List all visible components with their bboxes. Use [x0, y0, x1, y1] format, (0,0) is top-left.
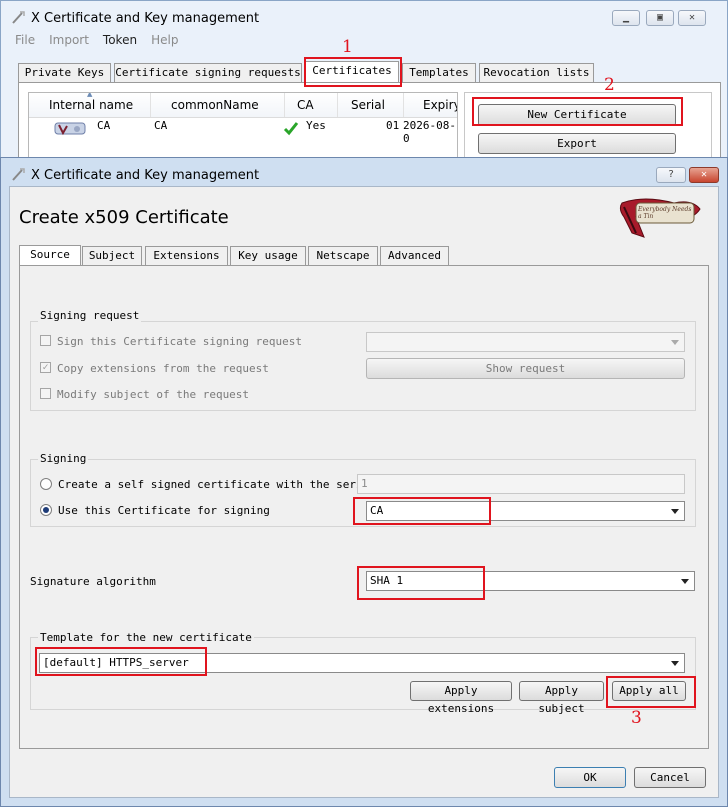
cell-common-name: CA [154, 119, 168, 132]
tab-source[interactable]: Source [19, 245, 81, 266]
highlight-box-ca [353, 497, 491, 525]
signing-request-label: Signing request [38, 309, 142, 322]
signing-label: Signing [38, 452, 89, 465]
xca-logo: Everybody Needs a Tin [614, 197, 704, 241]
maximize-button[interactable]: ▣ [646, 10, 674, 26]
tab-private-keys[interactable]: Private Keys [18, 63, 111, 83]
tab-key-usage[interactable]: Key usage [230, 246, 306, 266]
close-icon: ✕ [688, 12, 696, 23]
tab-revocation-lists[interactable]: Revocation lists [479, 63, 594, 83]
menu-token[interactable]: Token [103, 33, 137, 47]
certificate-table[interactable]: Internal name ▲ commonName CA Serial Exp… [28, 92, 458, 160]
annotation-1: 1 [342, 37, 353, 57]
menu-bar: File Import Token Help [15, 33, 192, 47]
main-window-title: X Certificate and Key management [31, 11, 260, 26]
menu-help[interactable]: Help [151, 33, 178, 47]
sign-csr-checkbox[interactable] [40, 335, 51, 346]
tab-advanced[interactable]: Advanced [380, 246, 449, 266]
help-button[interactable]: ? [656, 167, 686, 183]
apply-extensions-button[interactable]: Apply extensions [410, 681, 512, 715]
dialog-close-button[interactable]: ✕ [689, 167, 719, 183]
cell-ca: Yes [306, 119, 326, 132]
table-row[interactable]: CA CA Yes 01 2026-08-0 [29, 117, 457, 145]
cancel-button[interactable]: Cancel [634, 767, 706, 788]
chevron-down-icon [671, 509, 679, 514]
cell-internal-name: CA [97, 119, 111, 132]
table-header: Internal name ▲ commonName CA Serial Exp… [29, 92, 457, 118]
cell-serial: 01 [386, 119, 400, 132]
maximize-icon: ▣ [656, 12, 664, 23]
highlight-box-2 [472, 97, 683, 126]
chevron-down-icon [671, 661, 679, 666]
close-icon: ✕ [700, 169, 708, 180]
chevron-down-icon [681, 579, 689, 584]
apply-subject-button[interactable]: Apply subject [519, 681, 604, 715]
sign-csr-label: Sign this Certificate signing request [57, 335, 303, 348]
sort-up-icon: ▲ [87, 92, 93, 98]
signature-algorithm-label: Signature algorithm [30, 575, 156, 588]
highlight-box-sha [357, 566, 485, 600]
chevron-down-icon [671, 340, 679, 345]
main-window: X Certificate and Key management ▁ ▣ ✕ F… [0, 0, 728, 171]
copy-extensions-label: Copy extensions from the request [57, 362, 269, 375]
dialog-app-icon [10, 167, 26, 183]
menu-import[interactable]: Import [49, 33, 89, 47]
annotation-3: 3 [631, 708, 642, 728]
use-certificate-radio[interactable] [40, 504, 52, 516]
use-certificate-label: Use this Certificate for signing [58, 504, 270, 517]
template-label: Template for the new certificate [38, 631, 254, 644]
highlight-box-1 [304, 57, 402, 87]
column-header-internal-name[interactable]: Internal name [49, 98, 133, 112]
modify-subject-label: Modify subject of the request [57, 388, 250, 401]
column-header-expiry[interactable]: Expiry [423, 98, 457, 112]
tab-subject[interactable]: Subject [82, 246, 142, 266]
annotation-2: 2 [604, 75, 615, 95]
ok-button[interactable]: OK [554, 767, 626, 788]
tab-csr[interactable]: Certificate signing requests [114, 63, 302, 83]
show-request-button[interactable]: Show request [366, 358, 685, 379]
copy-extensions-checkbox[interactable]: ✓ [40, 362, 51, 373]
minimize-button[interactable]: ▁ [612, 10, 640, 26]
logo-text: Everybody Needs a Tin [638, 206, 692, 220]
column-header-serial[interactable]: Serial [351, 98, 385, 112]
serial-input[interactable]: 1 [357, 474, 685, 494]
highlight-box-3 [606, 676, 696, 708]
modify-subject-checkbox[interactable] [40, 388, 51, 399]
tab-extensions[interactable]: Extensions [145, 246, 228, 266]
csr-select[interactable] [366, 332, 685, 352]
tab-templates[interactable]: Templates [402, 63, 476, 83]
export-button[interactable]: Export [478, 133, 676, 154]
dialog-heading: Create x509 Certificate [19, 207, 229, 228]
highlight-box-template [35, 647, 207, 676]
self-signed-radio[interactable] [40, 478, 52, 490]
app-icon [10, 10, 26, 26]
help-icon: ? [667, 169, 675, 180]
close-button[interactable]: ✕ [678, 10, 706, 26]
certificate-icon [51, 119, 89, 137]
minimize-icon: ▁ [622, 12, 630, 23]
menu-file[interactable]: File [15, 33, 35, 47]
self-signed-label: Create a self signed certificate with th… [58, 478, 376, 491]
column-header-ca[interactable]: CA [297, 98, 314, 112]
tab-netscape[interactable]: Netscape [308, 246, 378, 266]
column-header-commonname[interactable]: commonName [171, 98, 259, 112]
cell-expiry: 2026-08-0 [403, 119, 456, 145]
dialog-title: X Certificate and Key management [31, 168, 260, 183]
check-icon [283, 120, 299, 139]
